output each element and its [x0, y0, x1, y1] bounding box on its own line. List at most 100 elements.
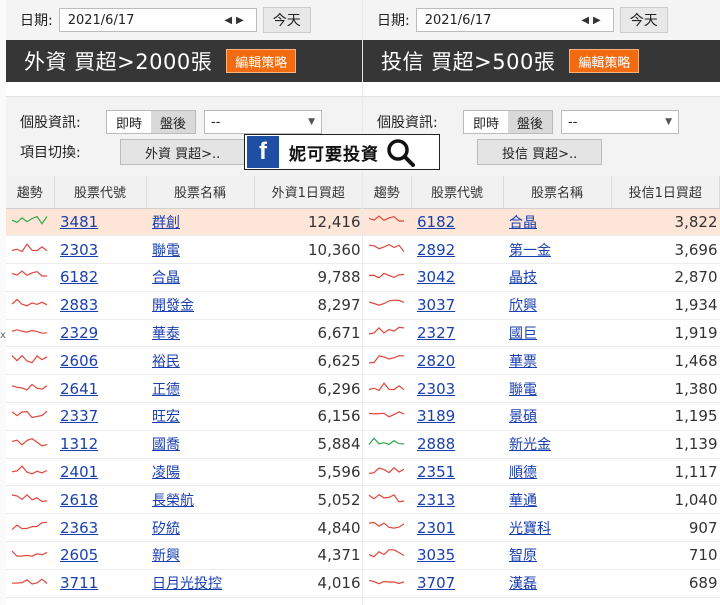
stock-code-link[interactable]: 6182 — [417, 213, 455, 231]
stock-code-link[interactable]: 2301 — [417, 519, 455, 537]
stock-code-link[interactable]: 3035 — [417, 546, 455, 564]
stock-name-link[interactable]: 華泰 — [152, 326, 180, 342]
header-value[interactable]: 外資1日買超 — [254, 176, 363, 209]
stock-name-link[interactable]: 開發金 — [152, 298, 194, 314]
edit-strategy-button[interactable]: 編輯策略 — [226, 49, 297, 73]
date-picker[interactable]: 2021/6/17 ◀▶ — [58, 8, 257, 32]
info-select[interactable]: -- ▼ — [204, 110, 323, 134]
stock-name-link[interactable]: 智原 — [509, 548, 537, 564]
table-row[interactable]: 2820 華票 1,468 — [363, 346, 720, 376]
stock-code-link[interactable]: 2329 — [60, 324, 98, 342]
table-row[interactable]: 2303 聯電 10,360 — [6, 235, 363, 265]
table-row[interactable]: 3189 景碩 1,195 — [363, 402, 720, 431]
stock-name-link[interactable]: 華通 — [509, 493, 537, 509]
table-row[interactable]: 2605 新興 4,371 — [6, 541, 363, 570]
stock-name-link[interactable]: 聯電 — [509, 382, 537, 398]
stock-code-link[interactable]: 3037 — [417, 296, 455, 314]
table-row[interactable]: 3037 欣興 1,934 — [363, 291, 720, 320]
table-row[interactable]: 2606 裕民 6,625 — [6, 346, 363, 376]
item-switch-button[interactable]: 外資 買超>.. — [120, 139, 246, 165]
edit-strategy-button[interactable]: 編輯策略 — [569, 49, 640, 73]
stock-name-link[interactable]: 日月光投控 — [152, 576, 222, 592]
header-name[interactable]: 股票名稱 — [146, 176, 255, 209]
item-switch-button[interactable]: 投信 買超>.. — [477, 139, 603, 165]
stock-code-link[interactable]: 2303 — [417, 380, 455, 398]
table-row[interactable]: 2641 正德 6,296 — [6, 374, 363, 404]
stock-code-link[interactable]: 2401 — [60, 463, 98, 481]
info-select[interactable]: -- ▼ — [561, 110, 680, 134]
header-code[interactable]: 股票代號 — [411, 176, 504, 209]
table-row[interactable]: 2303 聯電 1,380 — [363, 374, 720, 404]
stock-code-link[interactable]: 2820 — [417, 352, 455, 370]
stock-name-link[interactable]: 群創 — [152, 215, 180, 231]
stock-name-link[interactable]: 光寶科 — [509, 521, 551, 537]
stock-code-link[interactable]: 3189 — [417, 407, 455, 425]
today-button[interactable]: 今天 — [262, 7, 311, 33]
stock-name-link[interactable]: 景碩 — [509, 409, 537, 425]
header-value[interactable]: 投信1日買超 — [611, 176, 720, 209]
stock-code-link[interactable]: 2363 — [60, 519, 98, 537]
stock-code-link[interactable]: 1312 — [60, 435, 98, 453]
table-row[interactable]: 2351 順德 1,117 — [363, 458, 720, 487]
header-trend[interactable]: 趨勢 — [6, 176, 55, 209]
today-button[interactable]: 今天 — [619, 7, 668, 33]
date-arrows-icon[interactable]: ◀▶ — [224, 15, 247, 26]
table-row[interactable]: 6182 合晶 3,822 — [363, 208, 720, 237]
header-trend[interactable]: 趨勢 — [363, 176, 412, 209]
stock-name-link[interactable]: 欣興 — [509, 298, 537, 314]
stock-name-link[interactable]: 合晶 — [152, 270, 180, 286]
stock-name-link[interactable]: 漢磊 — [509, 576, 537, 592]
stock-code-link[interactable]: 2883 — [60, 296, 98, 314]
stock-name-link[interactable]: 第一金 — [509, 243, 551, 259]
table-row[interactable]: 2301 光寶科 907 — [363, 513, 720, 543]
stock-name-link[interactable]: 聯電 — [152, 243, 180, 259]
table-row[interactable]: 2313 華通 1,040 — [363, 485, 720, 515]
stock-name-link[interactable]: 長榮航 — [152, 493, 194, 509]
stock-name-link[interactable]: 新光金 — [509, 437, 551, 453]
table-row[interactable]: 3711 日月光投控 4,016 — [6, 569, 363, 598]
stock-code-link[interactable]: 3707 — [417, 574, 455, 592]
table-row[interactable]: 3042 晶技 2,870 — [363, 263, 720, 292]
date-picker[interactable]: 2021/6/17 ◀▶ — [415, 8, 614, 32]
stock-code-link[interactable]: 2892 — [417, 241, 455, 259]
after-hours-tab[interactable]: 盤後 — [151, 111, 196, 133]
stock-name-link[interactable]: 矽統 — [152, 521, 180, 537]
after-hours-tab[interactable]: 盤後 — [508, 111, 553, 133]
stock-name-link[interactable]: 新興 — [152, 548, 180, 564]
table-row[interactable]: 2337 旺宏 6,156 — [6, 402, 363, 431]
table-row[interactable]: 2363 矽統 4,840 — [6, 513, 363, 543]
stock-name-link[interactable]: 裕民 — [152, 354, 180, 370]
table-row[interactable]: 2892 第一金 3,696 — [363, 235, 720, 265]
table-row[interactable]: 6182 合晶 9,788 — [6, 263, 363, 292]
table-row[interactable]: 2888 新光金 1,139 — [363, 430, 720, 459]
stock-code-link[interactable]: 2351 — [417, 463, 455, 481]
stock-name-link[interactable]: 華票 — [509, 354, 537, 370]
stock-code-link[interactable]: 2313 — [417, 491, 455, 509]
stock-name-link[interactable]: 晶技 — [509, 270, 537, 286]
stock-code-link[interactable]: 2303 — [60, 241, 98, 259]
stock-name-link[interactable]: 旺宏 — [152, 409, 180, 425]
stock-name-link[interactable]: 國喬 — [152, 437, 180, 453]
table-row[interactable]: 2401 凌陽 5,596 — [6, 458, 363, 487]
stock-code-link[interactable]: 2606 — [60, 352, 98, 370]
stock-code-link[interactable]: 2337 — [60, 407, 98, 425]
table-row[interactable]: 2327 國巨 1,919 — [363, 319, 720, 348]
date-arrows-icon[interactable]: ◀▶ — [581, 15, 604, 26]
table-row[interactable]: 2329 華泰 6,671 — [6, 319, 363, 348]
realtime-tab[interactable]: 即時 — [107, 111, 152, 133]
stock-code-link[interactable]: 2327 — [417, 324, 455, 342]
stock-code-link[interactable]: 6182 — [60, 268, 98, 286]
table-row[interactable]: 3481 群創 12,416 — [6, 208, 363, 237]
stock-name-link[interactable]: 凌陽 — [152, 465, 180, 481]
table-row[interactable]: 3707 漢磊 689 — [363, 569, 720, 598]
stock-name-link[interactable]: 順德 — [509, 465, 537, 481]
stock-code-link[interactable]: 3711 — [60, 574, 98, 592]
stock-code-link[interactable]: 2641 — [60, 380, 98, 398]
stock-code-link[interactable]: 3042 — [417, 268, 455, 286]
table-row[interactable]: 1312 國喬 5,884 — [6, 430, 363, 459]
header-name[interactable]: 股票名稱 — [503, 176, 612, 209]
table-row[interactable]: 2618 長榮航 5,052 — [6, 485, 363, 515]
stock-name-link[interactable]: 國巨 — [509, 326, 537, 342]
stock-code-link[interactable]: 2605 — [60, 546, 98, 564]
header-code[interactable]: 股票代號 — [54, 176, 147, 209]
